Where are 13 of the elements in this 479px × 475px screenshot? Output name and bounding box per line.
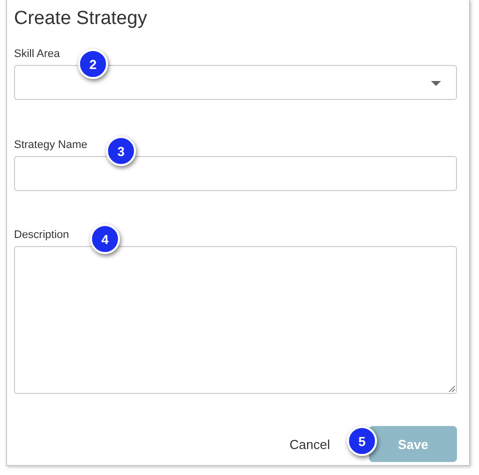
field-label: Skill Area [14, 48, 60, 61]
dialog-title: Create Strategy [14, 8, 148, 31]
field-label: Strategy Name [14, 139, 88, 152]
step-badge: 4 [90, 224, 120, 254]
caret-icon [431, 81, 441, 86]
text-area[interactable] [14, 246, 457, 394]
cancel-button[interactable]: Cancel [288, 432, 332, 456]
input-field[interactable] [14, 156, 457, 191]
field-label: Description [14, 229, 70, 242]
resize-handle-icon[interactable] [448, 385, 455, 392]
step-badge: 2 [78, 49, 108, 79]
step-badge: 5 [347, 426, 377, 456]
step-badge: 3 [106, 136, 136, 166]
